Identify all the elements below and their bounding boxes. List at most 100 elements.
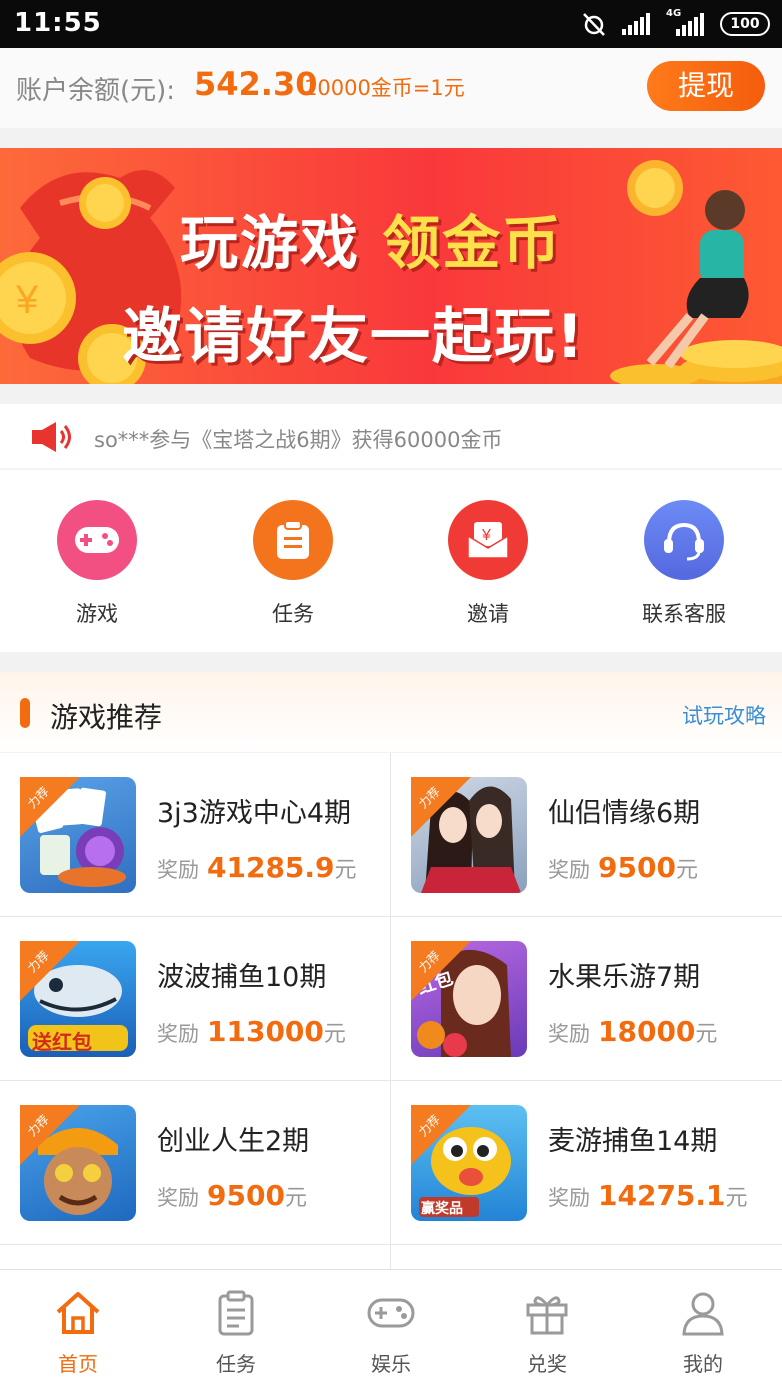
quick-item-games[interactable]: 游戏 <box>22 500 172 628</box>
reward-label: 奖励 <box>157 858 199 882</box>
task-clipboard-icon <box>253 500 333 580</box>
game-card[interactable]: 送红包 力荐 波波捕鱼10期 奖励 113000元 <box>0 917 390 1079</box>
thumbnail-caption: 送红包 <box>32 1030 92 1054</box>
nav-item-redeem[interactable]: 兑奖 <box>469 1288 625 1377</box>
battery-indicator: 100 <box>720 12 770 36</box>
status-time: 11:55 <box>14 8 102 38</box>
user-icon <box>625 1288 781 1338</box>
game-reward: 奖励 41285.9元 <box>157 851 357 884</box>
reward-amount: 113000 <box>207 1015 324 1048</box>
coin-exchange-rate: 10000金币=1元 <box>304 76 465 100</box>
recommend-ribbon: 力荐 <box>411 777 471 837</box>
game-reward: 奖励 18000元 <box>548 1015 717 1048</box>
quick-item-label: 邀请 <box>467 602 509 626</box>
notice-text: so***参与《宝塔之战6期》获得60000金币 <box>94 428 503 452</box>
grid-divider <box>0 1244 782 1245</box>
speaker-icon <box>32 422 71 452</box>
reward-amount: 41285.9 <box>207 851 335 884</box>
recommend-section-header: 游戏推荐 试玩攻略 <box>0 672 782 752</box>
nav-item-tasks[interactable]: 任务 <box>158 1288 314 1377</box>
game-card[interactable]: 力荐 创业人生2期 奖励 9500元 <box>0 1081 390 1243</box>
trial-guide-link[interactable]: 试玩攻略 <box>682 700 766 730</box>
recommend-ribbon: 力荐 <box>20 941 80 1001</box>
account-balance-bar: 账户余额(元): 542.30 10000金币=1元 提现 <box>0 48 782 128</box>
nav-item-home[interactable]: 首页 <box>0 1288 156 1377</box>
reward-label: 奖励 <box>548 858 590 882</box>
nav-item-entertainment[interactable]: 娱乐 <box>313 1288 469 1377</box>
game-grid: 力荐 3j3游戏中心4期 奖励 41285.9元 力荐 仙侣情缘6期 奖励 9500… <box>0 753 782 1269</box>
signal-icon <box>622 13 650 35</box>
status-bar: 11:55 4G 100 <box>0 0 782 48</box>
gamepad-icon <box>57 500 137 580</box>
nav-label: 我的 <box>683 1352 723 1376</box>
reward-unit: 元 <box>695 1022 718 1047</box>
promo-banner[interactable]: ¥ 玩游戏 领金币 邀请好友一起玩! <box>0 148 782 384</box>
balance-label: 账户余额(元): <box>16 76 176 106</box>
recommend-title: 游戏推荐 <box>50 701 163 734</box>
notice-marquee[interactable]: so***参与《宝塔之战6期》获得60000金币 <box>0 404 782 468</box>
game-card[interactable]: 红包 力荐 水果乐游7期 奖励 18000元 <box>391 917 781 1079</box>
game-title: 水果乐游7期 <box>548 962 701 993</box>
home-icon <box>0 1288 156 1338</box>
banner-headline-white: 玩游戏 <box>180 209 361 277</box>
banner-headline: 玩游戏 领金币 <box>180 196 562 280</box>
withdraw-button[interactable]: 提现 <box>647 61 765 111</box>
game-title: 3j3游戏中心4期 <box>157 798 352 829</box>
reward-amount: 9500 <box>207 1179 285 1212</box>
gift-icon <box>469 1288 625 1338</box>
banner-headline-gold: 领金币 <box>382 209 563 277</box>
game-reward: 奖励 9500元 <box>157 1179 307 1212</box>
recommend-ribbon: 力荐 <box>20 1105 80 1165</box>
game-card[interactable]: 赢奖品 力荐 麦游捕鱼14期 奖励 14275.1元 <box>391 1081 781 1243</box>
reward-amount: 18000 <box>598 1015 696 1048</box>
section-accent-bar <box>20 698 30 728</box>
invite-envelope-icon: ¥ <box>448 500 528 580</box>
quick-item-label: 任务 <box>272 602 314 626</box>
game-title: 麦游捕鱼14期 <box>548 1126 718 1157</box>
reward-unit: 元 <box>725 1186 748 1211</box>
reward-unit: 元 <box>334 858 357 883</box>
bottom-navigation: 首页 任务 娱乐 兑奖 我的 <box>0 1269 782 1389</box>
recommend-ribbon: 力荐 <box>20 777 80 837</box>
reward-label: 奖励 <box>548 1186 590 1210</box>
gamepad-icon <box>313 1288 469 1338</box>
game-title: 创业人生2期 <box>157 1126 310 1157</box>
headset-icon <box>644 500 724 580</box>
reward-amount: 9500 <box>598 851 676 884</box>
game-card[interactable]: 力荐 仙侣情缘6期 奖励 9500元 <box>391 753 781 915</box>
nav-label: 首页 <box>58 1352 98 1376</box>
reward-label: 奖励 <box>157 1022 199 1046</box>
reward-unit: 元 <box>675 858 698 883</box>
quick-menu: 游戏 任务 ¥ 邀请 联系客服 <box>0 470 782 652</box>
game-reward: 奖励 14275.1元 <box>548 1179 748 1212</box>
task-icon <box>158 1288 314 1338</box>
nav-item-profile[interactable]: 我的 <box>625 1288 781 1377</box>
balance-amount: 542.30 <box>194 65 318 103</box>
alarm-off-icon <box>583 13 605 36</box>
reward-unit: 元 <box>284 1186 307 1211</box>
reward-unit: 元 <box>323 1022 346 1047</box>
signal-4g-icon: 4G <box>666 8 706 36</box>
recommend-ribbon: 力荐 <box>411 1105 471 1165</box>
quick-item-tasks[interactable]: 任务 <box>218 500 368 628</box>
svg-text:¥: ¥ <box>481 527 491 544</box>
game-reward: 奖励 113000元 <box>157 1015 346 1048</box>
svg-text:¥: ¥ <box>15 278 39 322</box>
reward-label: 奖励 <box>548 1022 590 1046</box>
reward-label: 奖励 <box>157 1186 199 1210</box>
nav-label: 娱乐 <box>371 1352 411 1376</box>
quick-item-customer-service[interactable]: 联系客服 <box>609 500 759 628</box>
game-title: 波波捕鱼10期 <box>157 962 327 993</box>
nav-label: 兑奖 <box>527 1352 567 1376</box>
game-title: 仙侣情缘6期 <box>548 798 701 829</box>
quick-item-label: 联系客服 <box>642 602 726 626</box>
quick-item-invite[interactable]: ¥ 邀请 <box>413 500 563 628</box>
thumbnail-caption: 赢奖品 <box>421 1201 463 1217</box>
game-card[interactable]: 力荐 3j3游戏中心4期 奖励 41285.9元 <box>0 753 390 915</box>
quick-item-label: 游戏 <box>76 602 118 626</box>
reward-amount: 14275.1 <box>598 1179 726 1212</box>
nav-label: 任务 <box>216 1352 256 1376</box>
status-icons: 4G 100 <box>580 8 770 38</box>
game-reward: 奖励 9500元 <box>548 851 698 884</box>
recommend-ribbon: 力荐 <box>411 941 471 1001</box>
